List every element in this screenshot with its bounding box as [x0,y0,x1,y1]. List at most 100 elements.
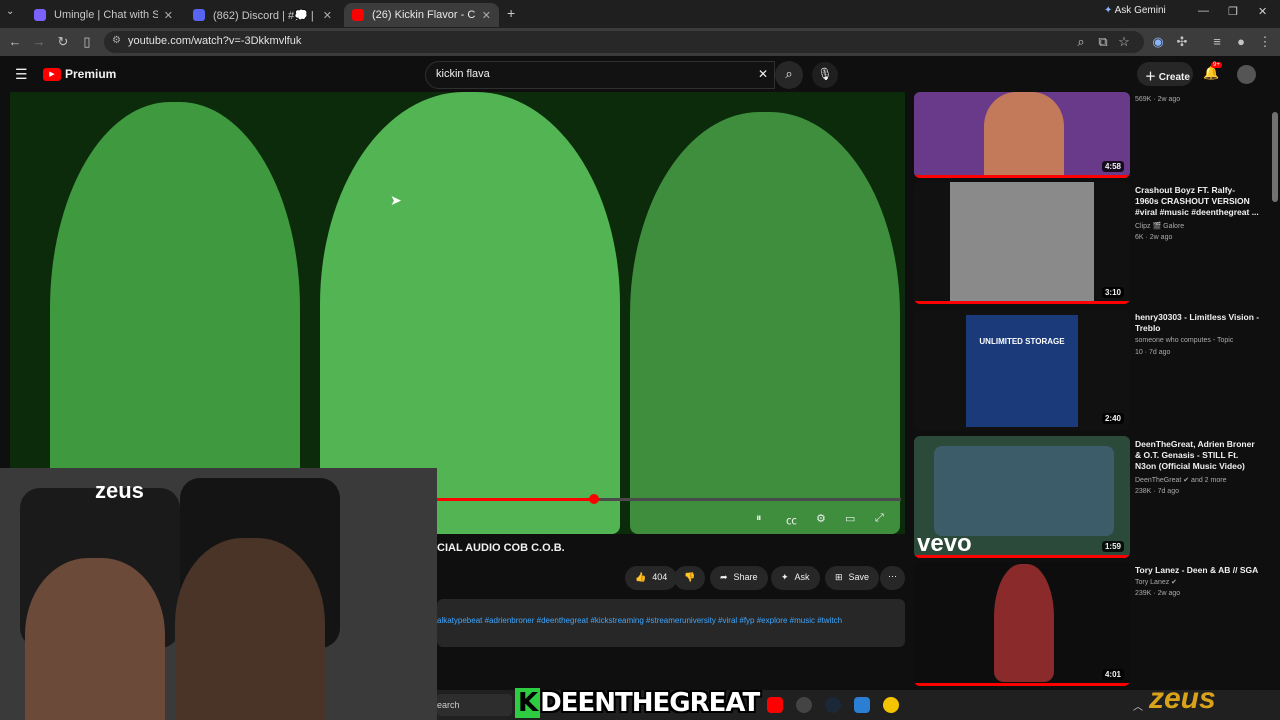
stream-overlay-name: K DEENTHEGREAT [515,688,760,718]
rec-item-1[interactable]: 4:58 569K · 2w ago [914,92,1280,178]
rec-meta: 239K · 2w ago [1135,590,1181,597]
close-icon[interactable]: ✕ [164,9,173,22]
duration-badge: 4:01 [1101,669,1124,680]
save-button[interactable]: ⊞ Save [825,566,880,590]
rec-channel[interactable]: Tory Lanez ✔ [1135,578,1177,586]
rec-item-4[interactable]: vevo 1:59 DeenTheGreat, Adrien Broner & … [914,436,1280,558]
clear-search-icon[interactable]: ✕ [758,67,768,81]
close-window-button[interactable]: ✕ [1258,5,1267,18]
close-icon[interactable]: ✕ [482,9,491,22]
rec-thumbnail[interactable]: vevo 1:59 [914,436,1130,558]
description-hashtags: alkatypebeat #adrienbroner #deenthegreat… [437,616,843,625]
browser-tab-bar: ⌄ Umingle | Chat with Strangers ✕ (862) … [0,0,1280,28]
duration-badge: 4:58 [1101,161,1124,172]
rec-channel[interactable]: Clipz 🎬 Galore [1135,222,1184,230]
ask-button[interactable]: ✦ Ask [771,566,820,590]
dislike-button[interactable]: 👎 [674,566,706,590]
like-button[interactable]: 👍 404 [625,566,678,590]
youtube-logo[interactable]: ▶ Premium [43,67,116,81]
new-tab-button[interactable]: + [507,5,515,21]
steam-taskbar-icon[interactable] [825,697,841,713]
progress-bar[interactable] [436,494,901,504]
ask-label: Ask [794,572,810,582]
share-icon: ➦ [720,572,728,582]
share-label: Share [733,572,758,582]
rec-thumbnail[interactable]: UNLIMITED STORAGE 2:40 [914,310,1130,430]
watched-bar [914,301,1130,304]
duration-badge: 1:59 [1101,541,1124,552]
forward-icon[interactable]: → [31,34,47,49]
streamer-left [25,558,165,720]
norton-taskbar-icon[interactable] [883,697,899,713]
share-button[interactable]: ➦ Share [710,566,768,590]
puzzle-icon[interactable]: ✣ [1174,34,1190,50]
minimize-button[interactable]: — [1198,5,1209,17]
thumb-masked-figure [994,564,1054,682]
rec-thumbnail[interactable]: 4:01 [914,562,1130,686]
watched-bar [914,555,1130,558]
gemini-icon: ✦ [1104,5,1113,16]
rec-thumbnail[interactable]: 3:10 [914,182,1130,304]
page-scrollbar[interactable] [1272,92,1278,690]
app-taskbar-icon[interactable] [854,697,870,713]
rec-thumbnail[interactable]: 4:58 [914,92,1130,178]
rec-title[interactable]: Tory Lanez - Deen & AB // SGA [1135,565,1260,576]
voice-search-button[interactable]: 🎙 [812,62,838,88]
description-box[interactable]: alkatypebeat #adrienbroner #deenthegreat… [437,599,905,647]
install-icon[interactable]: ⧉ [1095,34,1111,50]
hamburger-menu-icon[interactable]: ☰ [15,66,28,83]
profile-icon[interactable]: ● [1233,34,1249,49]
sidebar-icon[interactable]: ▯ [79,34,95,50]
extension-icon[interactable]: ◉ [1150,34,1166,50]
tab-umingle[interactable]: Umingle | Chat with Strangers ✕ [26,3,181,27]
watched-bar [914,175,1130,178]
obs-taskbar-icon[interactable] [796,697,812,713]
reload-icon[interactable]: ↻ [55,34,71,50]
captions-icon[interactable]: ㏄ [786,512,797,528]
rec-item-5[interactable]: 4:01 Tory Lanez - Deen & AB // SGA Tory … [914,562,1280,686]
tab-list-icon[interactable]: ≡ [1209,34,1225,49]
tab-discord[interactable]: (862) Discord | #💭 | reactions ✕ [185,3,340,27]
settings-gear-icon[interactable]: ⚙ [816,512,826,525]
youtube-favicon-icon [352,9,364,21]
more-icon: ⋯ [888,571,897,581]
youtube-taskbar-icon[interactable] [767,697,783,713]
ask-gemini-button[interactable]: ✦ Ask Gemini [1104,5,1166,16]
rec-title[interactable]: henry30303 - Limitless Vision - Treblo [1135,312,1260,334]
rec-title[interactable]: DeenTheGreat, Adrien Broner & O.T. Genas… [1135,439,1260,472]
avatar[interactable] [1237,65,1256,84]
theater-mode-icon[interactable]: ▭ [845,512,855,525]
rec-channel[interactable]: someone who computes - Topic [1135,337,1233,344]
tray-chevron-icon[interactable]: ︿ [1133,698,1143,713]
progress-fill [436,498,595,501]
duration-badge: 3:10 [1101,287,1124,298]
kick-logo-icon: K [515,688,541,718]
search-input[interactable]: kickin flava ✕ [425,61,775,89]
rec-item-3[interactable]: UNLIMITED STORAGE 2:40 henry30303 - Limi… [914,310,1280,430]
ask-gemini-label: Ask Gemini [1114,5,1166,16]
create-button[interactable]: ＋ Create [1137,62,1193,86]
scrollbar-thumb[interactable] [1272,112,1278,202]
notifications-button[interactable]: 🔔 9+ [1203,62,1222,81]
streamer-right [175,538,325,720]
restore-button[interactable]: ❐ [1228,5,1238,18]
rec-meta: 6K · 2w ago [1135,234,1173,241]
sparkle-icon: ✦ [781,572,789,582]
bookmark-star-icon[interactable]: ☆ [1116,34,1132,50]
tab-youtube[interactable]: (26) Kickin Flavor - Crash Out B ✕ [344,3,499,27]
taskbar-search[interactable]: earch [437,694,512,716]
rec-item-2[interactable]: 3:10 Crashout Boyz FT. Ralfy- 1960s CRAS… [914,182,1280,304]
more-actions-button[interactable]: ⋯ [880,566,905,590]
rec-channel[interactable]: DeenTheGreat ✔ and 2 more [1135,476,1226,484]
tab-search-icon[interactable]: ⌄ [6,6,14,17]
url-field[interactable]: ⚙ youtube.com/watch?v=-3Dkkmvlfuk [104,31,1144,53]
menu-icon[interactable]: ⋮ [1257,34,1273,50]
search-button[interactable]: ⌕ [775,61,803,89]
close-icon[interactable]: ✕ [323,9,332,22]
zoom-icon[interactable]: ⌕ [1073,34,1089,50]
thumb-figure [984,92,1064,178]
back-icon[interactable]: ← [7,34,23,49]
rec-title[interactable]: Crashout Boyz FT. Ralfy- 1960s CRASHOUT … [1135,185,1260,218]
fullscreen-icon[interactable]: ⤢ [875,512,884,525]
autoplay-toggle[interactable]: ⏸ [756,512,762,525]
